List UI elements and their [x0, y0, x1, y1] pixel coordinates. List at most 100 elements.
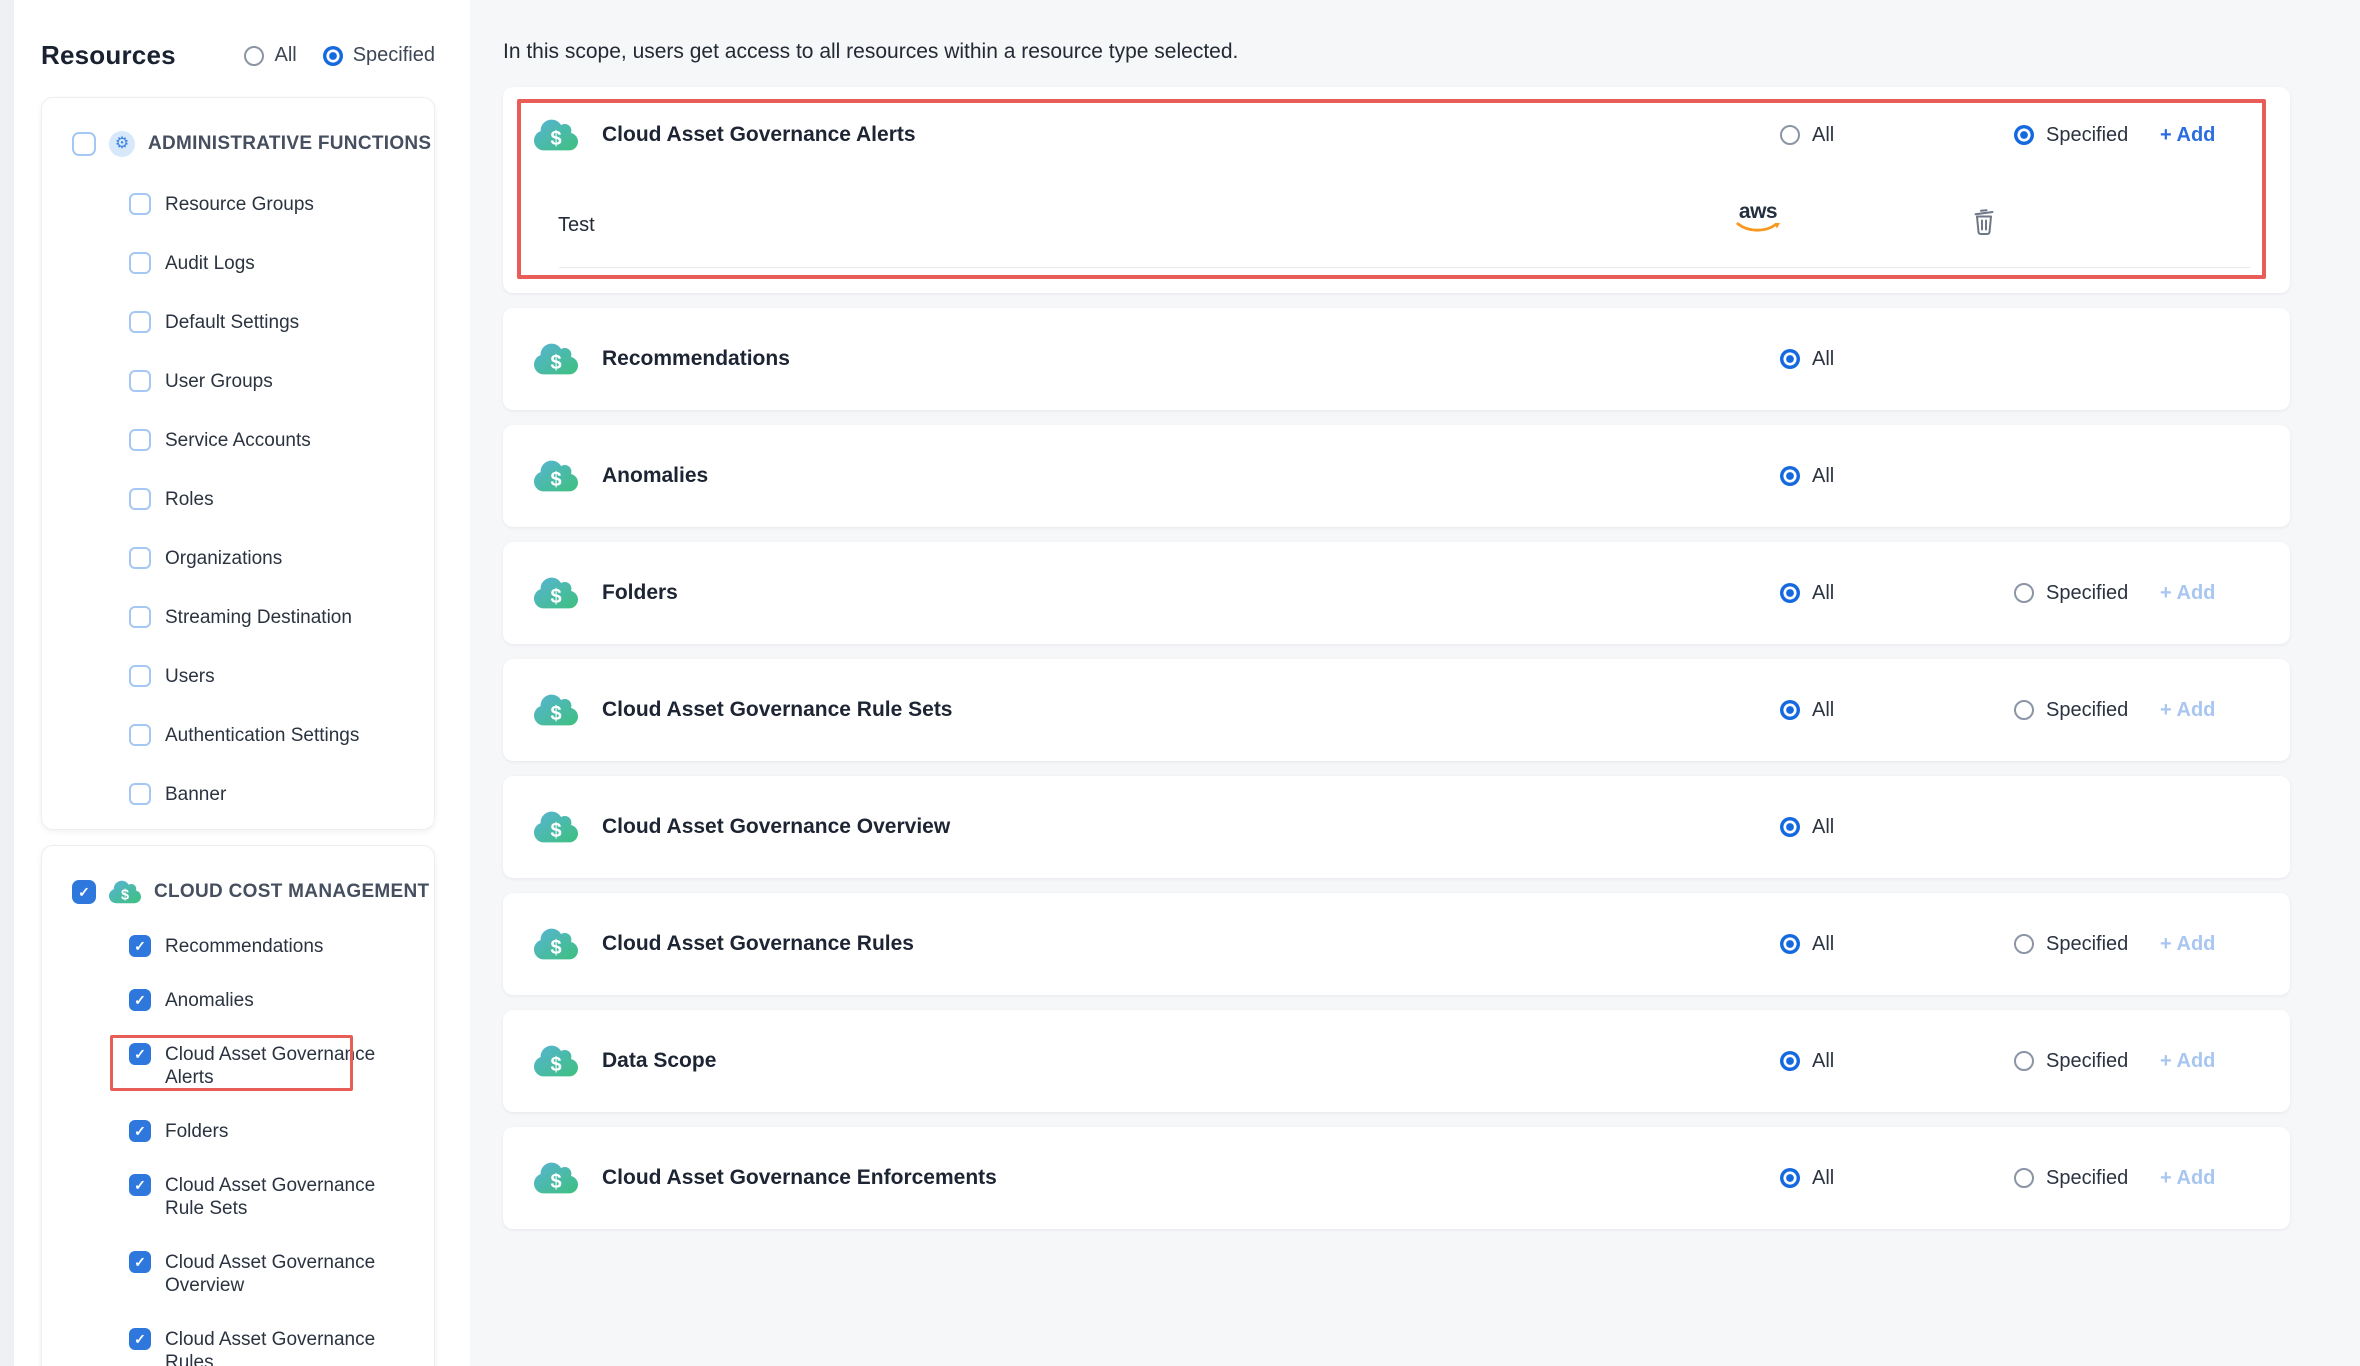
specified-label: Specified [2046, 1167, 2128, 1190]
sidebar-item: ✓ Anomalies [129, 989, 434, 1012]
add-button[interactable]: + Add [2160, 1050, 2215, 1073]
item-checkbox[interactable]: ✓ [129, 989, 151, 1011]
resources-sidebar: Resources All Specified ⚙ ADMINISTRATIVE… [0, 0, 470, 1366]
all-radio[interactable] [1780, 466, 1800, 486]
item-checkbox[interactable] [129, 252, 151, 274]
svg-text:$: $ [550, 937, 561, 959]
specified-radio[interactable] [2014, 125, 2034, 145]
specified-radio[interactable] [2014, 1168, 2034, 1188]
item-checkbox[interactable] [129, 783, 151, 805]
all-radio[interactable] [1780, 1168, 1800, 1188]
page-edge [0, 0, 14, 1366]
svg-text:$: $ [550, 586, 561, 608]
entry-name: Test [558, 214, 595, 237]
all-label: All [1812, 465, 1834, 488]
specified-radio[interactable] [2014, 583, 2034, 603]
all-label: All [1812, 582, 1834, 605]
all-radio[interactable] [1780, 1051, 1800, 1071]
sidebar-item-label: Organizations [165, 547, 282, 570]
specified-option: Specified [2014, 933, 2160, 956]
all-option: All [1780, 465, 2014, 488]
resource-row: $ Anomalies All [503, 425, 2290, 527]
specified-radio[interactable] [2014, 700, 2034, 720]
add-button[interactable]: + Add [2160, 699, 2215, 722]
scope-radio-option[interactable]: All [244, 44, 296, 67]
radio-icon[interactable] [323, 46, 343, 66]
sidebar-item-label: Resource Groups [165, 193, 314, 216]
add-option: + Add [2160, 1167, 2250, 1190]
sidebar-section-items: ✓ Recommendations ✓ Anomalies ✓ Cloud As… [129, 935, 434, 1366]
item-checkbox[interactable] [129, 665, 151, 687]
all-radio[interactable] [1780, 125, 1800, 145]
sidebar-item: Resource Groups [129, 193, 434, 216]
item-checkbox[interactable]: ✓ [129, 1328, 151, 1350]
all-radio[interactable] [1780, 349, 1800, 369]
all-radio[interactable] [1780, 700, 1800, 720]
item-checkbox[interactable]: ✓ [129, 1251, 151, 1273]
item-checkbox[interactable]: ✓ [129, 1043, 151, 1065]
sidebar-item-label: User Groups [165, 370, 273, 393]
page: Resources All Specified ⚙ ADMINISTRATIVE… [0, 0, 2360, 1366]
add-button[interactable]: + Add [2160, 124, 2215, 147]
item-checkbox[interactable] [129, 724, 151, 746]
all-radio[interactable] [1780, 817, 1800, 837]
add-button[interactable]: + Add [2160, 1167, 2215, 1190]
item-checkbox[interactable]: ✓ [129, 1120, 151, 1142]
all-option: All [1780, 348, 2014, 371]
item-checkbox[interactable]: ✓ [129, 935, 151, 957]
item-checkbox[interactable]: ✓ [129, 1174, 151, 1196]
all-option: All [1780, 1050, 2014, 1073]
item-checkbox[interactable] [129, 370, 151, 392]
all-option: All [1780, 816, 2014, 839]
radio-icon[interactable] [244, 46, 264, 66]
sidebar-item: User Groups [129, 370, 434, 393]
specified-label: Specified [2046, 124, 2128, 147]
specified-option: Specified [2014, 699, 2160, 722]
add-option: + Add [2160, 124, 2250, 147]
all-label: All [1812, 348, 1834, 371]
resource-card: $ Cloud Asset Governance Alerts All Spec… [503, 87, 2290, 293]
sidebar-item: Users [129, 665, 434, 688]
cloud-dollar-icon: $ [534, 926, 578, 962]
add-button[interactable]: + Add [2160, 582, 2215, 605]
all-radio[interactable] [1780, 583, 1800, 603]
sidebar-title: Resources [41, 40, 176, 71]
all-radio[interactable] [1780, 934, 1800, 954]
resource-title: Cloud Asset Governance Enforcements [602, 1166, 1780, 1190]
sidebar-item-label: Service Accounts [165, 429, 311, 452]
resource-title: Anomalies [602, 464, 1780, 488]
resource-card: $ Recommendations All [503, 308, 2290, 410]
sidebar-item-label: Recommendations [165, 935, 323, 958]
item-checkbox[interactable] [129, 429, 151, 451]
cloud-dollar-icon: $ [534, 575, 578, 611]
resource-card: $ Anomalies All [503, 425, 2290, 527]
add-button[interactable]: + Add [2160, 933, 2215, 956]
scope-option-label: All [274, 44, 296, 67]
section-checkbox[interactable] [72, 132, 96, 156]
all-option: All [1780, 582, 2014, 605]
sidebar-item: ✓ Cloud Asset Governance Alerts [129, 1043, 434, 1089]
item-checkbox[interactable] [129, 606, 151, 628]
cloud-dollar-icon: $ [534, 458, 578, 494]
sidebar-item: ✓ Recommendations [129, 935, 434, 958]
item-checkbox[interactable] [129, 311, 151, 333]
specified-label: Specified [2046, 582, 2128, 605]
item-checkbox[interactable] [129, 547, 151, 569]
add-option: + Add [2160, 1050, 2250, 1073]
sidebar-item: ✓ Cloud Asset Governance Overview [129, 1251, 434, 1297]
scope-radio-option[interactable]: Specified [323, 44, 435, 67]
sidebar-item: Authentication Settings [129, 724, 434, 747]
all-label: All [1812, 699, 1834, 722]
all-label: All [1812, 1167, 1834, 1190]
specified-radio[interactable] [2014, 934, 2034, 954]
cloud-dollar-icon: $ [534, 341, 578, 377]
resource-title: Data Scope [602, 1049, 1780, 1073]
cloud-dollar-icon: $ [534, 692, 578, 728]
specified-radio[interactable] [2014, 1051, 2034, 1071]
sidebar-item: Default Settings [129, 311, 434, 334]
item-checkbox[interactable] [129, 193, 151, 215]
item-checkbox[interactable] [129, 488, 151, 510]
section-checkbox[interactable]: ✓ [72, 880, 96, 904]
resource-title: Cloud Asset Governance Rule Sets [602, 698, 1780, 722]
resource-cards: $ Cloud Asset Governance Alerts All Spec… [503, 87, 2360, 1229]
